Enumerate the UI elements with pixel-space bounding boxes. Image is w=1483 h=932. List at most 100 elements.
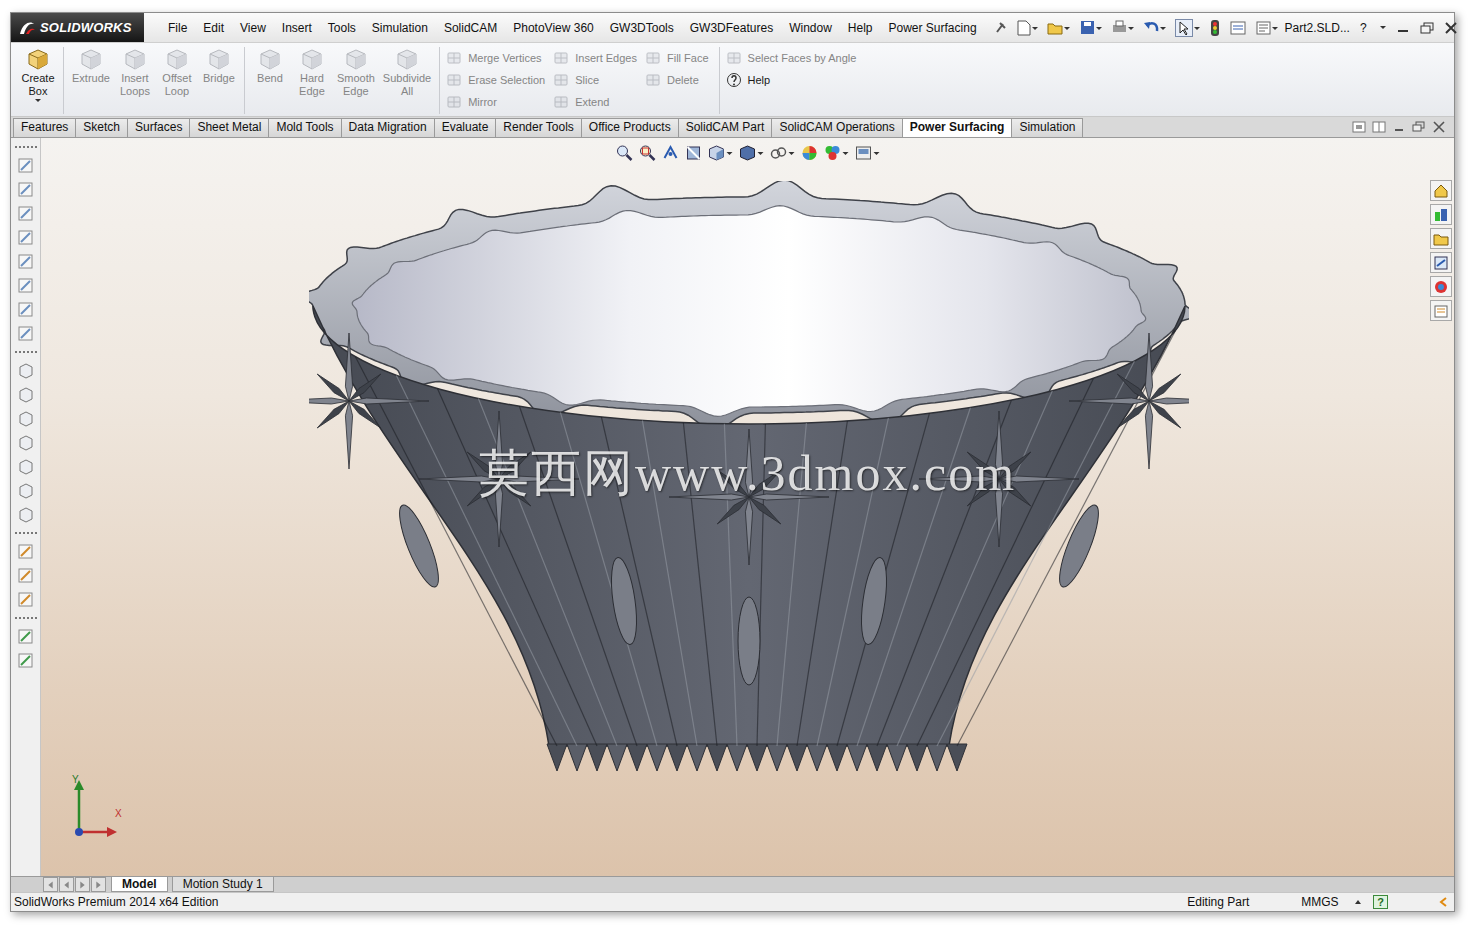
ribbon-small-button[interactable]: Select Faces by Angle	[726, 47, 857, 69]
home-icon[interactable]	[1430, 180, 1452, 201]
menu-item[interactable]: Simulation	[364, 17, 436, 39]
file-properties-icon[interactable]	[1229, 19, 1247, 37]
ribbon-button[interactable]: Hard Edge	[293, 47, 331, 99]
viewport-single-icon[interactable]	[1352, 121, 1366, 133]
sketch-tool-icon[interactable]	[17, 325, 34, 342]
edit-appearance-icon[interactable]	[800, 144, 818, 162]
ribbon-small-button[interactable]: Help	[726, 69, 857, 91]
dropdown-arrow-icon[interactable]	[1379, 23, 1387, 33]
bottom-tab[interactable]: Motion Study 1	[172, 877, 274, 892]
restore-icon[interactable]	[1419, 21, 1435, 35]
menu-item[interactable]: GW3DFeatures	[682, 17, 781, 39]
custom-properties-icon[interactable]	[1430, 300, 1452, 321]
zoom-to-fit-icon[interactable]	[615, 144, 633, 162]
menu-item[interactable]: Insert	[274, 17, 320, 39]
command-tab[interactable]: Evaluate	[434, 118, 497, 137]
view-settings-icon[interactable]	[854, 144, 880, 162]
next-page-icon[interactable]	[75, 877, 90, 892]
menu-item[interactable]: Edit	[195, 17, 232, 39]
open-folder-icon[interactable]	[1047, 19, 1071, 37]
bottom-tab[interactable]: Model	[111, 877, 168, 892]
sketch-tool-icon[interactable]	[17, 386, 34, 403]
sketch-tool-icon[interactable]	[17, 543, 34, 560]
ribbon-button[interactable]: Insert Loops	[116, 47, 154, 99]
last-page-icon[interactable]	[91, 877, 106, 892]
command-tab[interactable]: Surfaces	[127, 118, 190, 137]
sketch-tool-icon[interactable]	[17, 506, 34, 523]
ribbon-small-button[interactable]: Extend	[553, 91, 637, 113]
menu-item[interactable]: GW3DTools	[602, 17, 682, 39]
sketch-tool-icon[interactable]	[17, 458, 34, 475]
view-palette-icon[interactable]	[1430, 252, 1452, 273]
minimize-icon[interactable]	[1395, 21, 1411, 35]
menu-item[interactable]: View	[232, 17, 274, 39]
ribbon-button[interactable]: Bend	[251, 47, 289, 86]
sketch-tool-icon[interactable]	[17, 362, 34, 379]
sketch-tool-icon[interactable]	[17, 253, 34, 270]
sketch-tool-icon[interactable]	[17, 277, 34, 294]
print-icon[interactable]	[1111, 19, 1135, 37]
undo-icon[interactable]	[1143, 19, 1167, 37]
new-document-icon[interactable]	[1015, 19, 1039, 37]
help-menu[interactable]: ?	[1356, 17, 1371, 39]
menu-item[interactable]: File	[160, 17, 195, 39]
ribbon-small-button[interactable]: Delete	[645, 69, 709, 91]
design-library-icon[interactable]	[1430, 204, 1452, 225]
ribbon-button[interactable]: Create Box	[19, 47, 57, 105]
first-page-icon[interactable]	[43, 877, 58, 892]
command-tab[interactable]: SolidCAM Part	[678, 118, 773, 137]
sketch-tool-icon[interactable]	[17, 181, 34, 198]
ribbon-button[interactable]: Smooth Edge	[335, 47, 377, 99]
display-style-icon[interactable]	[738, 144, 764, 162]
ribbon-button[interactable]: Extrude	[70, 47, 112, 86]
ribbon-button[interactable]: Offset Loop	[158, 47, 196, 99]
options-icon[interactable]	[1255, 19, 1279, 37]
apply-scene-icon[interactable]	[823, 144, 849, 162]
command-tab[interactable]: Render Tools	[495, 118, 582, 137]
command-tab[interactable]: Simulation	[1011, 118, 1083, 137]
menu-item[interactable]: Help	[840, 17, 881, 39]
rebuild-icon[interactable]	[1209, 19, 1221, 37]
sketch-tool-icon[interactable]	[17, 410, 34, 427]
sketch-tool-icon[interactable]	[17, 482, 34, 499]
units-menu-icon[interactable]	[1353, 897, 1363, 907]
close-icon[interactable]	[1443, 21, 1459, 35]
file-explorer-icon[interactable]	[1430, 228, 1452, 249]
menu-item[interactable]: Power Surfacing	[881, 17, 985, 39]
command-tab[interactable]: Power Surfacing	[902, 118, 1013, 137]
command-tab[interactable]: SolidCAM Operations	[771, 118, 902, 137]
select-arrow-icon[interactable]	[1175, 19, 1201, 37]
ribbon-small-button[interactable]: Erase Selection	[446, 69, 545, 91]
restore-icon[interactable]	[1412, 121, 1426, 133]
command-tab[interactable]: Data Migration	[341, 118, 435, 137]
ribbon-small-button[interactable]: Fill Face	[645, 47, 709, 69]
command-tab[interactable]: Features	[13, 118, 76, 137]
ribbon-small-button[interactable]: Mirror	[446, 91, 545, 113]
ribbon-small-button[interactable]: Slice	[553, 69, 637, 91]
command-tab[interactable]: Sketch	[75, 118, 128, 137]
view-orientation-icon[interactable]	[707, 144, 733, 162]
dropdown-arrow-icon[interactable]	[34, 98, 42, 104]
sketch-tool-icon[interactable]	[17, 567, 34, 584]
menu-item[interactable]: SolidCAM	[436, 17, 505, 39]
ribbon-button[interactable]: Bridge	[200, 47, 238, 86]
sketch-tool-icon[interactable]	[17, 229, 34, 246]
graphics-area[interactable]: 莫西网www.3dmox.comYX	[41, 138, 1454, 876]
ribbon-small-button[interactable]: Merge Vertices	[446, 47, 545, 69]
command-tab[interactable]: Office Products	[581, 118, 679, 137]
previous-page-icon[interactable]	[59, 877, 74, 892]
quick-tips-button[interactable]: ?	[1373, 895, 1388, 909]
unit-system[interactable]: MMGS	[1301, 893, 1353, 911]
pin-icon[interactable]	[993, 20, 1007, 36]
hide-show-icon[interactable]	[769, 144, 795, 162]
section-view-icon[interactable]	[684, 144, 702, 162]
viewport-split-icon[interactable]	[1372, 121, 1386, 133]
menu-item[interactable]: Window	[781, 17, 840, 39]
command-tab[interactable]: Mold Tools	[268, 118, 341, 137]
menu-item[interactable]: Tools	[320, 17, 364, 39]
expand-icon[interactable]	[1438, 896, 1448, 908]
ribbon-button[interactable]: Subdivide All	[381, 47, 433, 99]
sketch-tool-icon[interactable]	[17, 434, 34, 451]
menu-item[interactable]: PhotoView 360	[505, 17, 602, 39]
sketch-tool-icon[interactable]	[17, 205, 34, 222]
